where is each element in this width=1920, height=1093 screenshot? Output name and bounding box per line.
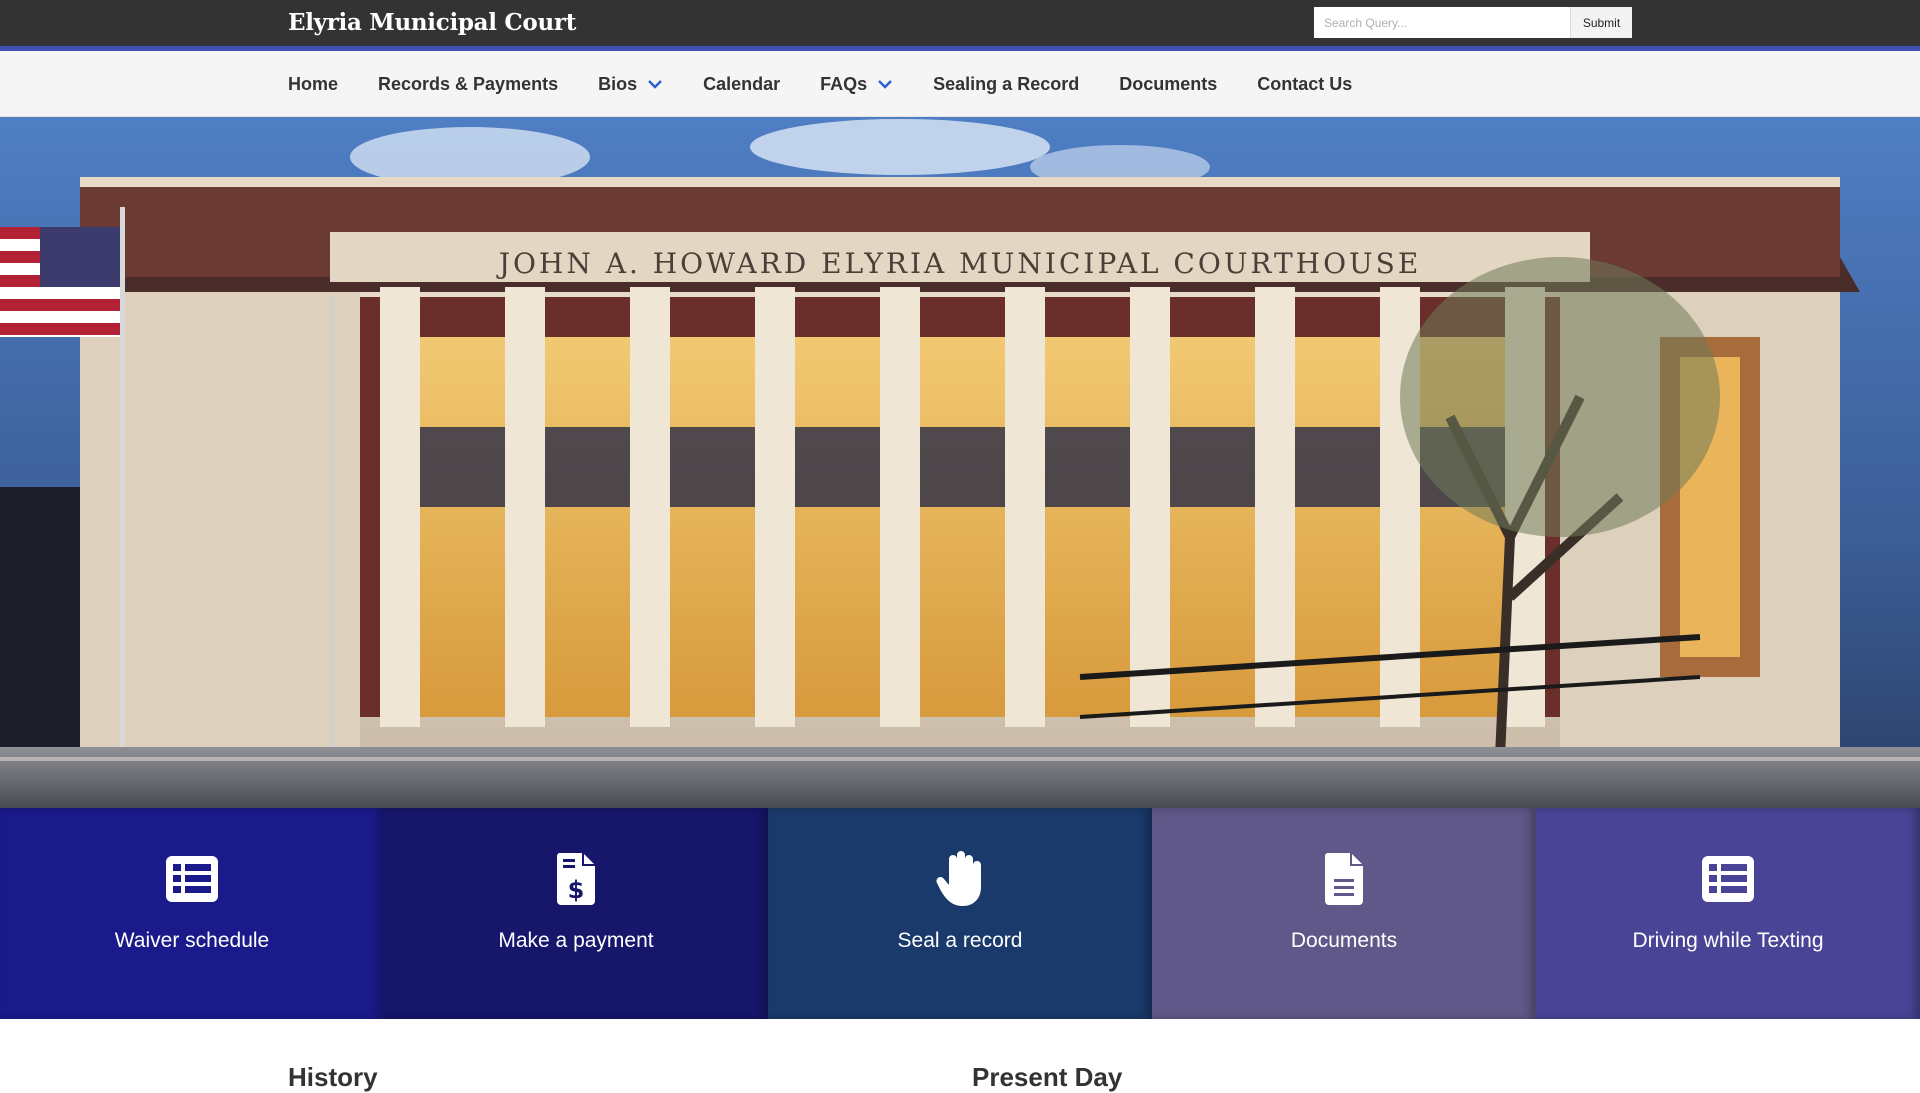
tile-driving-while-texting[interactable]: Driving while Texting <box>1536 808 1920 1019</box>
nav-item-label: Calendar <box>703 73 781 94</box>
nav-item-contact-us[interactable]: Contact Us <box>1257 74 1352 95</box>
nav-item-calendar[interactable]: Calendar <box>703 74 780 95</box>
invoice-dollar-icon: $ <box>548 851 604 907</box>
tile-seal-record[interactable]: Seal a record <box>768 808 1152 1019</box>
search-input[interactable] <box>1314 7 1570 38</box>
list-icon <box>1700 851 1756 907</box>
nav-item-label: Records & Payments <box>378 73 559 94</box>
tile-documents[interactable]: Documents <box>1152 808 1536 1019</box>
tile-label: Seal a record <box>897 929 1023 952</box>
nav-item-label: Contact Us <box>1257 73 1353 94</box>
tile-label: Make a payment <box>498 929 654 952</box>
list-icon <box>164 851 220 907</box>
building-inscription: JOHN A. HOWARD ELYRIA MUNICIPAL COURTHOU… <box>496 247 1422 280</box>
american-flag <box>0 227 120 337</box>
nav-item-label: Documents <box>1119 73 1218 94</box>
chevron-down-icon <box>648 80 662 89</box>
nav-item-label: Sealing a Record <box>933 73 1080 94</box>
nav-item-documents[interactable]: Documents <box>1119 74 1217 95</box>
nav-item-faqs[interactable]: FAQs <box>820 74 893 95</box>
nav-item-label: Home <box>288 73 339 94</box>
tile-label: Driving while Texting <box>1632 929 1824 952</box>
tile-make-payment[interactable]: $ Make a payment <box>384 808 768 1019</box>
tile-waiver-schedule[interactable]: Waiver schedule <box>0 808 384 1019</box>
svg-text:$: $ <box>568 876 585 904</box>
hand-icon <box>932 851 988 907</box>
nav-item-home[interactable]: Home <box>288 74 338 95</box>
nav-item-sealing-record[interactable]: Sealing a Record <box>933 74 1079 95</box>
search-form: Submit <box>1314 7 1632 38</box>
present-day-heading: Present Day <box>972 1062 1123 1092</box>
tile-label: Documents <box>1290 929 1398 952</box>
main-navigation: Home Records & Payments Bios Calendar FA… <box>0 51 1920 117</box>
nav-item-label: Bios <box>598 73 638 94</box>
search-submit-button[interactable]: Submit <box>1570 7 1632 38</box>
nav-list: Home Records & Payments Bios Calendar FA… <box>288 51 1392 117</box>
hero-courthouse-image: JOHN A. HOWARD ELYRIA MUNICIPAL COURTHOU… <box>0 117 1920 808</box>
chevron-down-icon <box>878 80 893 89</box>
courthouse-illustration: JOHN A. HOWARD ELYRIA MUNICIPAL COURTHOU… <box>0 117 1920 808</box>
quick-links: Waiver schedule $ Make a payment Seal a … <box>0 808 1920 1019</box>
nav-item-records-payments[interactable]: Records & Payments <box>378 74 558 95</box>
nav-item-bios[interactable]: Bios <box>598 74 663 95</box>
history-heading: History <box>288 1062 378 1092</box>
nav-item-label: FAQs <box>820 73 868 94</box>
tile-label: Waiver schedule <box>114 929 270 952</box>
document-icon <box>1316 851 1372 907</box>
site-title[interactable]: Elyria Municipal Court <box>288 6 576 40</box>
top-bar: Elyria Municipal Court Submit <box>0 0 1920 46</box>
